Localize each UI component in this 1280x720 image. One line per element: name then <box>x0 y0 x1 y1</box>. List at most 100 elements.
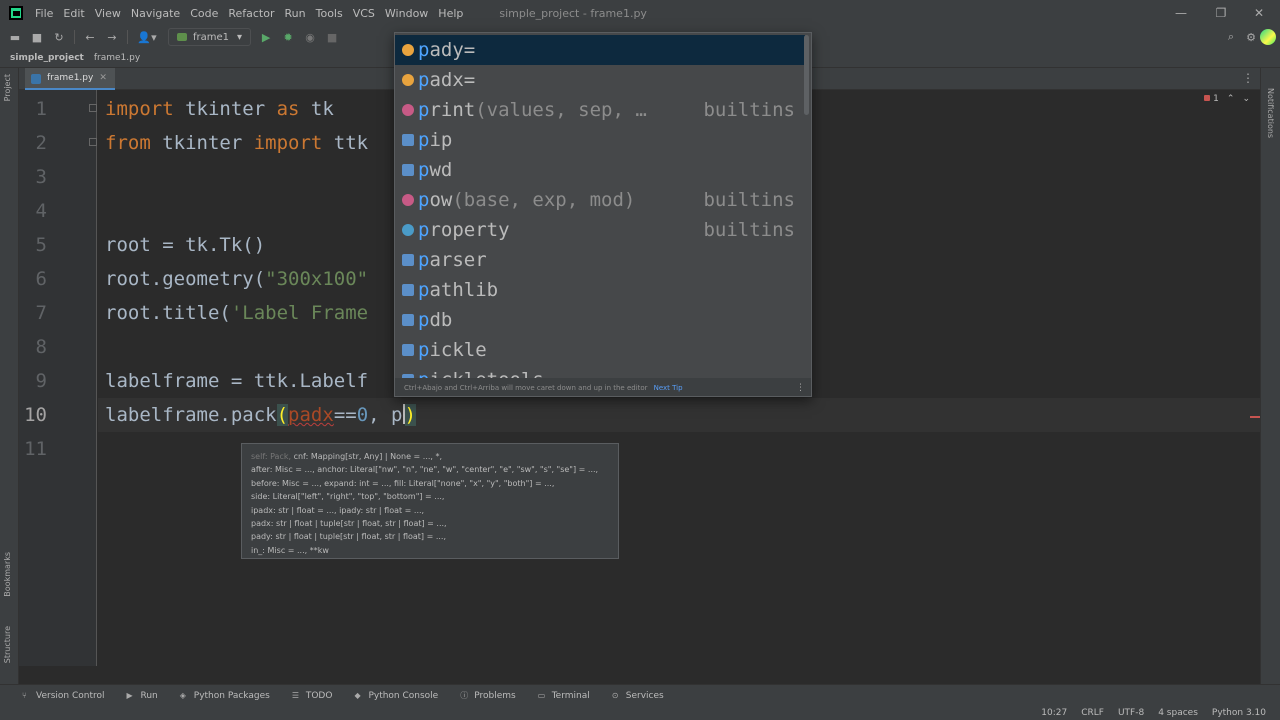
run-configuration-select[interactable]: frame1 ▾ <box>168 28 252 46</box>
code-token: root.title( <box>105 302 231 324</box>
breadcrumb-project[interactable]: simple_project <box>10 53 84 63</box>
code-token: ttk <box>322 132 369 154</box>
menu-tools[interactable]: Tools <box>316 7 343 20</box>
python-module-icon <box>402 344 414 356</box>
python-interpreter[interactable]: Python 3.10 <box>1212 708 1266 718</box>
structure-tool-button[interactable]: Structure <box>3 626 12 663</box>
completion-label: ady= <box>429 39 476 61</box>
tool-todo[interactable]: ☰ TODO <box>292 691 333 701</box>
tool-terminal[interactable]: ▭ Terminal <box>538 691 590 701</box>
error-icon <box>1204 95 1211 101</box>
package-icon: ◈ <box>179 691 186 700</box>
number-literal: 0 <box>356 404 369 426</box>
sync-icon[interactable]: ↻ <box>52 30 66 44</box>
close-window-button[interactable]: ✕ <box>1236 0 1280 26</box>
more-options-icon[interactable]: ⋮ <box>1242 71 1254 85</box>
class-icon <box>402 224 414 236</box>
caret-position[interactable]: 10:27 <box>1041 708 1067 718</box>
open-folder-icon[interactable]: ▬ <box>8 30 22 44</box>
gear-icon[interactable]: ⚙ <box>1244 30 1258 44</box>
tool-python-console[interactable]: ◆ Python Console <box>354 691 438 701</box>
tab-frame1-py[interactable]: frame1.py ✕ <box>25 68 115 90</box>
save-icon[interactable]: ■ <box>30 30 44 44</box>
tool-problems[interactable]: ⓘ Problems <box>460 691 515 701</box>
indent-setting[interactable]: 4 spaces <box>1158 708 1198 718</box>
tool-services[interactable]: ⊙ Services <box>612 691 664 701</box>
menu-file[interactable]: File <box>35 7 53 20</box>
run-icon[interactable]: ▶ <box>259 30 273 44</box>
bookmarks-tool-button[interactable]: Bookmarks <box>3 552 12 597</box>
menu-help[interactable]: Help <box>438 7 463 20</box>
menu-refactor[interactable]: Refactor <box>228 7 274 20</box>
coverage-icon[interactable]: ◉ <box>303 30 317 44</box>
fold-marker-icon[interactable] <box>89 104 97 112</box>
matched-brace: ( <box>276 404 289 426</box>
jetbrains-account-icon[interactable] <box>1260 29 1276 45</box>
file-encoding[interactable]: UTF-8 <box>1118 708 1144 718</box>
menu-navigate[interactable]: Navigate <box>131 7 180 20</box>
close-tab-icon[interactable]: ✕ <box>99 73 107 83</box>
code-line-2: from tkinter import ttk <box>105 132 368 154</box>
line-number: 5 <box>35 234 47 256</box>
notifications-tool-button[interactable]: Notifications <box>1266 88 1275 138</box>
completion-item[interactable]: p rint (values, sep, … builtins <box>395 95 805 125</box>
menu-view[interactable]: View <box>95 7 121 20</box>
next-tip-link[interactable]: Next Tip <box>654 384 683 392</box>
search-icon[interactable]: ⌕ <box>1224 30 1238 44</box>
completion-match: p <box>418 249 430 271</box>
line-number: 6 <box>35 268 47 290</box>
completion-item[interactable]: p adx= <box>395 65 805 95</box>
chevron-down-icon: ▾ <box>237 31 243 43</box>
completion-item[interactable]: p athlib <box>395 275 805 305</box>
completion-item[interactable]: p ady= <box>395 35 805 65</box>
problems-icon: ⓘ <box>460 691 469 700</box>
menu-edit[interactable]: Edit <box>63 7 84 20</box>
python-module-icon <box>402 164 414 176</box>
completion-match: p <box>418 159 430 181</box>
completion-label: wd <box>429 159 453 181</box>
menu-window[interactable]: Window <box>385 7 428 20</box>
debug-icon[interactable]: ✹ <box>281 30 295 44</box>
completion-item[interactable]: p arser <box>395 245 805 275</box>
menu-vcs[interactable]: VCS <box>353 7 375 20</box>
inspection-widget[interactable]: 1 ⌃ ⌄ <box>1204 94 1250 104</box>
completion-item[interactable]: p ickle <box>395 335 805 365</box>
tool-run[interactable]: ▶ Run <box>127 691 158 701</box>
line-separator[interactable]: CRLF <box>1081 708 1104 718</box>
completion-scrollbar[interactable] <box>804 35 809 115</box>
completion-item[interactable]: p ip <box>395 125 805 155</box>
tab-label: frame1.py <box>47 73 94 83</box>
completion-match: p <box>418 309 430 331</box>
breadcrumb-file[interactable]: frame1.py <box>94 53 140 63</box>
more-options-icon[interactable]: ⋮ <box>796 383 805 393</box>
python-module-icon <box>402 254 414 266</box>
code-completion-popup[interactable]: p ady= p adx= p rint (values, sep, … builtins… <box>394 32 812 397</box>
code-line-9: labelframe = ttk.Labelf <box>105 370 369 392</box>
completion-item[interactable]: p db <box>395 305 805 335</box>
menu-code[interactable]: Code <box>190 7 218 20</box>
completion-item[interactable]: p ow (base, exp, mod) builtins <box>395 185 805 215</box>
parameter-icon <box>402 44 414 56</box>
completion-item[interactable]: p wd <box>395 155 805 185</box>
fold-marker-icon[interactable] <box>89 138 97 146</box>
menu-run[interactable]: Run <box>285 7 306 20</box>
tool-version-control[interactable]: ⑂ Version Control <box>22 691 105 701</box>
back-arrow-icon[interactable]: ← <box>83 30 97 44</box>
completion-item[interactable]: p roperty builtins <box>395 215 805 245</box>
completion-source: builtins <box>703 219 795 241</box>
stop-icon[interactable]: ■ <box>325 30 339 44</box>
forward-arrow-icon[interactable]: → <box>105 30 119 44</box>
line-number-current: 10 <box>24 404 47 426</box>
keyword-argument: padx <box>288 404 334 426</box>
tool-label: Version Control <box>36 690 105 701</box>
next-highlight-icon[interactable]: ⌄ <box>1242 94 1250 104</box>
toolbar-separator <box>74 30 75 44</box>
project-tool-button[interactable]: Project <box>3 74 12 101</box>
completion-label: rint <box>429 99 476 121</box>
completion-match: p <box>418 279 430 301</box>
error-stripe-mark[interactable] <box>1250 416 1260 418</box>
completion-match: p <box>418 69 430 91</box>
tool-python-packages[interactable]: ◈ Python Packages <box>180 691 270 701</box>
user-dropdown-icon[interactable]: 👤▾ <box>136 30 158 44</box>
previous-highlight-icon[interactable]: ⌃ <box>1227 94 1235 104</box>
